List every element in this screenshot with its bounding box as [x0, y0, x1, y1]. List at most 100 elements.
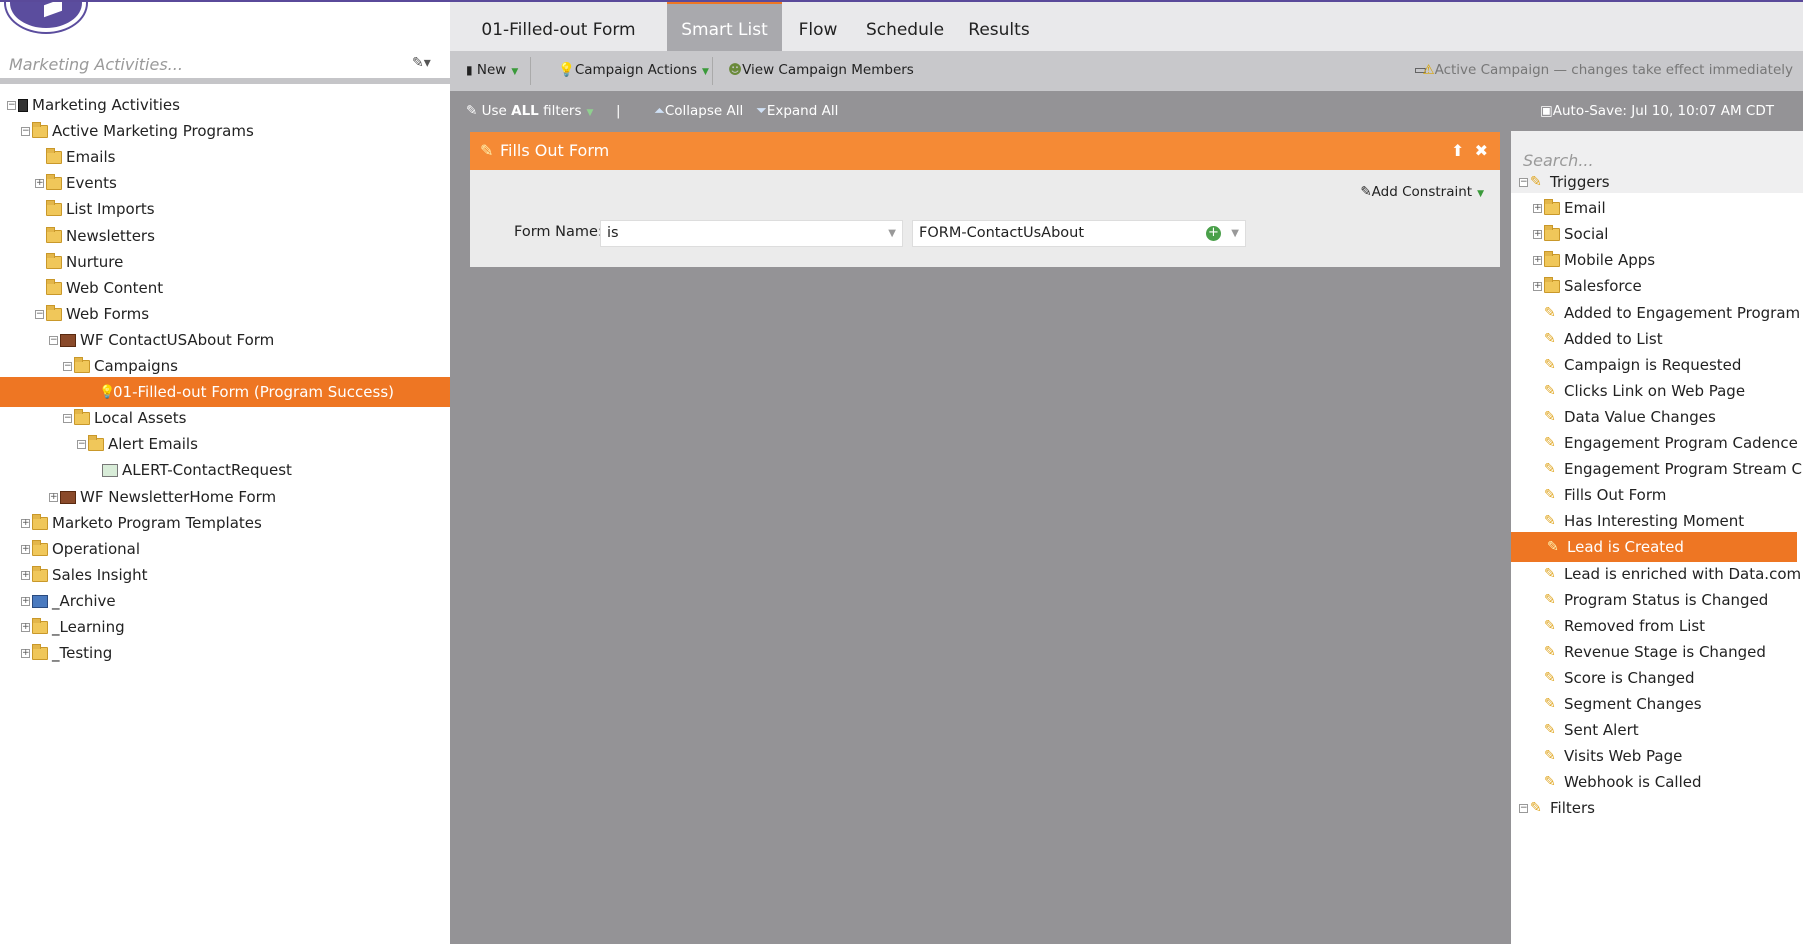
collapse-all-button[interactable]: ⏶Collapse All	[654, 103, 743, 119]
program-icon	[60, 490, 76, 504]
tree-expander[interactable]: +	[1533, 230, 1542, 240]
palette-item-label: Visits Web Page	[1564, 747, 1683, 766]
tree-expander[interactable]: −	[63, 362, 72, 371]
move-up-icon[interactable]: ⬆	[1451, 141, 1464, 160]
chevron-down-icon: ▼	[1231, 228, 1239, 239]
tab-campaign-name[interactable]: 01-Filled-out Form (Program Success)	[450, 0, 667, 100]
trigger-icon: ✎	[1547, 539, 1559, 556]
filter-header[interactable]: ✎ Fills Out Form ⬆ ✖	[470, 132, 1500, 170]
tree-expander[interactable]: +	[21, 649, 30, 659]
use-all-filters-dropdown[interactable]: ✎ Use ALL filters ▼	[466, 103, 593, 119]
folder-icon	[46, 304, 62, 321]
palette-item-label: Added to Engagement Program	[1564, 303, 1801, 322]
palette-item-label: Engagement Program Cadence Cha	[1564, 434, 1803, 452]
tree-expander[interactable]: +	[21, 518, 30, 528]
palette-item-label: Clicks Link on Web Page	[1564, 381, 1746, 400]
tree-node[interactable]: + _Testing	[21, 638, 112, 668]
tree-expander[interactable]: −	[63, 414, 72, 424]
tree-expander[interactable]: +	[1533, 282, 1542, 292]
tree-expander[interactable]: +	[49, 492, 58, 502]
form-value-select[interactable]: FORM-ContactUsAbout + ▼	[912, 220, 1246, 247]
tree-node-label: ALERT-ContactRequest	[122, 461, 292, 480]
new-button[interactable]: ▮ New ▼	[466, 62, 518, 78]
folder-icon	[88, 435, 104, 452]
tree-node-label: Nurture	[66, 252, 124, 271]
tree-expander[interactable]: −	[77, 440, 86, 450]
trigger-icon: ✎	[1544, 696, 1556, 712]
close-icon[interactable]: ✖	[1475, 141, 1488, 160]
palette-item-label: Sent Alert	[1564, 721, 1639, 740]
folder-icon	[1544, 277, 1560, 294]
palette-item-label: Filters	[1550, 799, 1595, 818]
folder-icon	[32, 644, 48, 661]
tree-expander[interactable]: +	[1533, 204, 1542, 214]
tree-node-label: WF NewsletterHome Form	[80, 487, 277, 506]
tree-expander[interactable]: −	[35, 309, 44, 319]
add-constraint-label: Add Constraint	[1371, 184, 1473, 200]
tree-expander[interactable]: −	[49, 335, 58, 345]
tree-expander[interactable]: +	[21, 544, 30, 554]
tab-flow[interactable]: Flow	[782, 0, 854, 51]
campaign-bulb-icon: 💡	[99, 385, 116, 401]
tab-results[interactable]: Results	[956, 0, 1042, 51]
trigger-icon: ✎	[1544, 722, 1556, 739]
tree-expander[interactable]: +	[1533, 256, 1542, 266]
toolbar-divider	[530, 57, 531, 85]
trigger-icon: ✎	[1544, 617, 1556, 634]
folder-icon	[46, 252, 62, 269]
tab-smart-list[interactable]: Smart List	[667, 0, 782, 51]
use-all-suffix: filters	[538, 103, 582, 119]
trigger-icon: ✎	[480, 141, 494, 160]
folder-icon	[32, 565, 48, 582]
people-icon: ☻	[728, 62, 743, 78]
tree-expander[interactable]: −	[1519, 804, 1528, 814]
add-value-icon[interactable]: +	[1206, 226, 1221, 241]
campaign-actions-button[interactable]: 💡Campaign Actions ▼	[558, 62, 709, 78]
tree-node-label: Campaigns	[94, 357, 179, 375]
tree-expander[interactable]: −	[1519, 178, 1528, 187]
trigger-icon: ✎	[1544, 774, 1556, 791]
trigger-icon: ✎	[1544, 382, 1556, 399]
collapse-icon: ⏶	[654, 103, 665, 119]
tree-expander[interactable]: −	[21, 127, 30, 137]
tree-expander[interactable]: −	[7, 101, 16, 110]
wand-icon: ✎	[1360, 184, 1372, 200]
tree-expander[interactable]: +	[21, 596, 30, 606]
operator-select[interactable]: is ▼	[600, 220, 903, 247]
trigger-icon: ✎	[1544, 408, 1556, 425]
add-constraint-button[interactable]: ✎Add Constraint ▼	[1360, 184, 1484, 200]
tree-search-row: Marketing Activities... ✎▾	[0, 46, 450, 84]
palette-item[interactable]: − ✎ Filters	[1519, 793, 1595, 823]
tree-node-label: Marketo Program Templates	[52, 513, 262, 532]
autosave-status: ▣Auto-Save: Jul 10, 10:07 AM CDT	[1540, 103, 1774, 119]
folder-icon	[46, 148, 62, 165]
tab-schedule[interactable]: Schedule	[854, 0, 956, 51]
view-campaign-members-button[interactable]: ☻View Campaign Members	[728, 62, 914, 78]
folder-icon	[32, 513, 48, 530]
marketo-logo[interactable]	[6, 0, 86, 32]
tree-search-input[interactable]: Marketing Activities...	[9, 55, 183, 74]
funnel-icon: ✎	[466, 103, 478, 119]
folder-icon	[74, 409, 90, 426]
operator-value: is	[607, 225, 619, 241]
tree-expander[interactable]: +	[21, 623, 30, 632]
tree-node-label: Local Assets	[94, 409, 187, 428]
folder-icon	[32, 539, 48, 556]
palette-item-label: Added to List	[1564, 329, 1663, 348]
expand-icon: ⏷	[756, 103, 767, 119]
toolbar-divider	[712, 57, 713, 85]
trigger-icon: ✎	[1544, 748, 1556, 765]
tree-node-label: List Imports	[66, 200, 155, 219]
expand-all-button[interactable]: ⏷Expand All	[756, 103, 838, 119]
tree-node-label: Sales Insight	[52, 565, 148, 584]
tree-expander[interactable]: +	[21, 570, 30, 580]
palette-item-label: Score is Changed	[1564, 668, 1695, 687]
collapse-all-label: Collapse All	[664, 103, 744, 119]
trigger-filter-card: ✎ Fills Out Form ⬆ ✖ ✎Add Constraint ▼ Fo…	[470, 132, 1500, 267]
chevron-down-icon: ▼	[586, 108, 594, 118]
tree-expander[interactable]: +	[35, 179, 44, 189]
folder-icon	[46, 226, 62, 243]
top-accent-line	[0, 0, 1803, 2]
filter-title: Fills Out Form	[500, 141, 610, 160]
filter-tree-icon[interactable]: ✎▾	[412, 55, 442, 73]
